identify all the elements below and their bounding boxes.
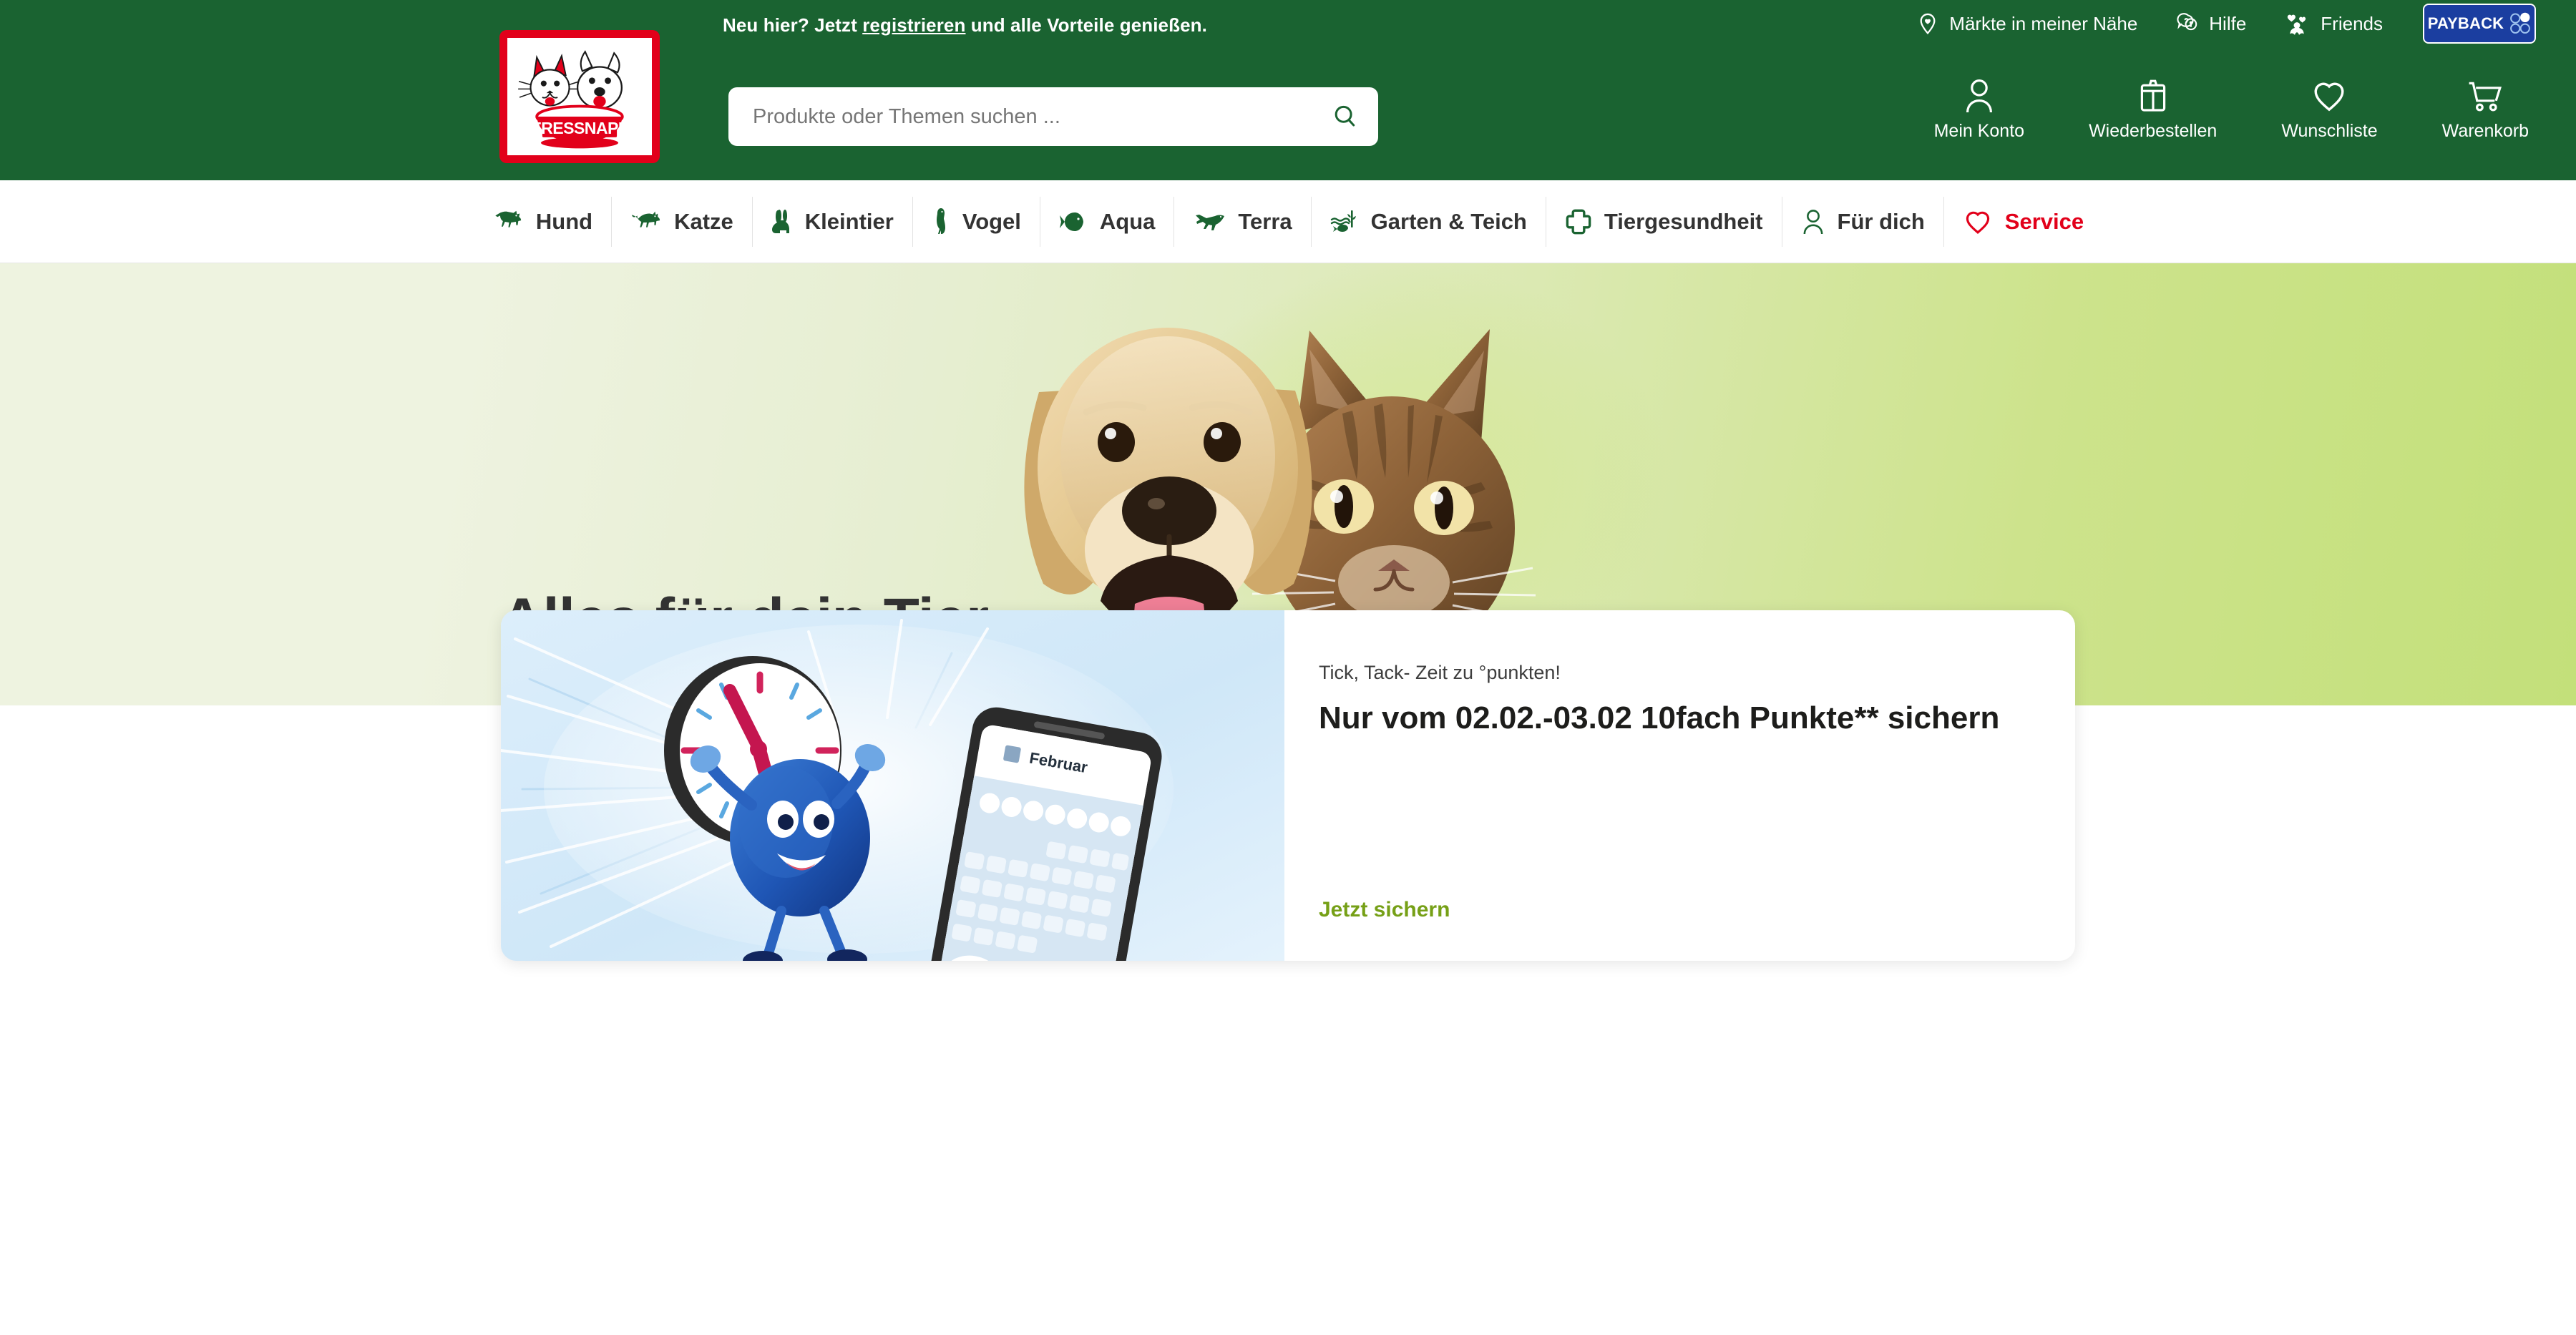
nav-item-garten-teich[interactable]: Garten & Teich — [1310, 196, 1546, 247]
nav-label-vogel: Vogel — [962, 208, 1021, 234]
nav-label-aqua: Aqua — [1099, 208, 1156, 234]
payback-label: PAYBACK — [2427, 14, 2504, 32]
search-icon — [1335, 105, 1355, 127]
nav-label-katze: Katze — [674, 208, 733, 234]
nav-label-service: Service — [2004, 208, 2084, 234]
promo-cta-link[interactable]: Jetzt sichern — [1319, 898, 2032, 922]
cart-icon — [2469, 82, 2502, 112]
medical-cross-icon — [1565, 208, 1592, 235]
nav-label-tiergesundheit: Tiergesundheit — [1604, 208, 1763, 234]
fressnapf-logo[interactable]: FRESSNAPF — [499, 30, 660, 163]
search-bar[interactable] — [728, 87, 1378, 146]
nav-item-kleintier[interactable]: Kleintier — [751, 196, 912, 247]
promo-eyebrow: Tick, Tack- Zeit zu °punkten! — [1319, 662, 1561, 683]
friends-heart-icon — [2283, 12, 2311, 35]
account-label-reorder: Wiederbestellen — [2089, 121, 2218, 141]
account-label-cart: Warenkorb — [2441, 121, 2529, 141]
location-pin-icon — [1916, 12, 1939, 35]
user-icon — [1966, 79, 1992, 113]
promo-banner-card[interactable]: Februar Tick, Tack- Zeit zu °punkten! Nu… — [501, 610, 2075, 961]
register-prompt: Neu hier? Jetzt registrieren und alle Vo… — [723, 14, 1207, 36]
nav-label-garten-teich: Garten & Teich — [1370, 208, 1527, 234]
site-header: FRESSNAPF Neu hier? Jetzt registrieren u… — [0, 0, 2576, 180]
utility-item-friends[interactable]: Friends — [2283, 12, 2383, 35]
nav-item-vogel[interactable]: Vogel — [912, 196, 1040, 247]
account-item-cart[interactable]: Warenkorb — [2442, 77, 2529, 142]
utility-item-markets[interactable]: Märkte in meiner Nähe — [1916, 12, 2137, 35]
nav-list: Hund Katze Kleintier Vogel Aqua Terra Ga… — [474, 196, 2102, 247]
promo-headline: Nur vom 02.02.-03.02 10fach Punkte** sic… — [1319, 700, 2000, 735]
search-submit-button[interactable] — [1312, 87, 1378, 146]
utility-label-help: Hilfe — [2209, 12, 2247, 34]
promo-illustration: Februar — [501, 610, 1284, 961]
category-navigation: Hund Katze Kleintier Vogel Aqua Terra Ga… — [0, 180, 2576, 263]
account-actions: Mein Konto Wiederbestellen Wunschliste W… — [1934, 77, 2529, 142]
fish-icon — [1059, 210, 1088, 233]
pond-plant-icon — [1330, 209, 1359, 235]
nav-item-aqua[interactable]: Aqua — [1039, 196, 1174, 247]
bird-icon — [932, 207, 950, 236]
nav-label-terra: Terra — [1238, 208, 1292, 234]
account-item-my-account[interactable]: Mein Konto — [1934, 77, 2024, 142]
payback-button[interactable]: PAYBACK — [2423, 4, 2536, 44]
nav-item-terra[interactable]: Terra — [1174, 196, 1310, 247]
nav-item-service[interactable]: Service — [1943, 196, 2102, 247]
search-input[interactable] — [728, 104, 1312, 129]
utility-links: Märkte in meiner Nähe Hilfe Friends PAYB… — [1916, 0, 2576, 47]
register-link[interactable]: registrieren — [862, 14, 965, 36]
nav-item-katze[interactable]: Katze — [611, 196, 752, 247]
main-content: Februar Tick, Tack- Zeit zu °punkten! Nu… — [0, 610, 2576, 1335]
reptile-icon — [1193, 211, 1226, 233]
nav-item-hund[interactable]: Hund — [474, 197, 611, 247]
cat-icon — [630, 210, 662, 234]
account-item-wishlist[interactable]: Wunschliste — [2281, 77, 2378, 142]
heart-outline-icon — [1963, 208, 1993, 235]
svg-text:FRESSNAPF: FRESSNAPF — [532, 119, 628, 137]
register-prefix: Neu hier? Jetzt — [723, 14, 863, 36]
dog-icon — [492, 210, 524, 234]
nav-label-hund: Hund — [535, 208, 593, 234]
utility-item-help[interactable]: Hilfe — [2175, 12, 2246, 35]
nav-label-kleintier: Kleintier — [804, 208, 894, 234]
utility-label-friends: Friends — [2321, 12, 2383, 34]
logo-artwork: FRESSNAPF — [510, 38, 649, 155]
nav-label-fuer-dich: Für dich — [1837, 208, 1925, 234]
payback-dots-icon — [2510, 12, 2531, 34]
account-label-my-account: Mein Konto — [1933, 121, 2025, 141]
payback-mascot-scene: Februar — [501, 610, 1284, 961]
person-icon — [1801, 208, 1825, 235]
rabbit-icon — [771, 209, 793, 235]
promo-text-block: Tick, Tack- Zeit zu °punkten! Nur vom 02… — [1284, 610, 2075, 961]
heart-icon — [2314, 82, 2344, 112]
nav-item-fuer-dich[interactable]: Für dich — [1781, 196, 1943, 247]
account-label-wishlist: Wunschliste — [2281, 121, 2378, 141]
package-icon — [2140, 79, 2165, 112]
account-item-reorder[interactable]: Wiederbestellen — [2089, 77, 2217, 142]
nav-item-tiergesundheit[interactable]: Tiergesundheit — [1545, 196, 1782, 247]
register-suffix: und alle Vorteile genießen. — [965, 14, 1207, 36]
utility-label-markets: Märkte in meiner Nähe — [1949, 12, 2138, 34]
help-chat-icon — [2175, 12, 2199, 35]
